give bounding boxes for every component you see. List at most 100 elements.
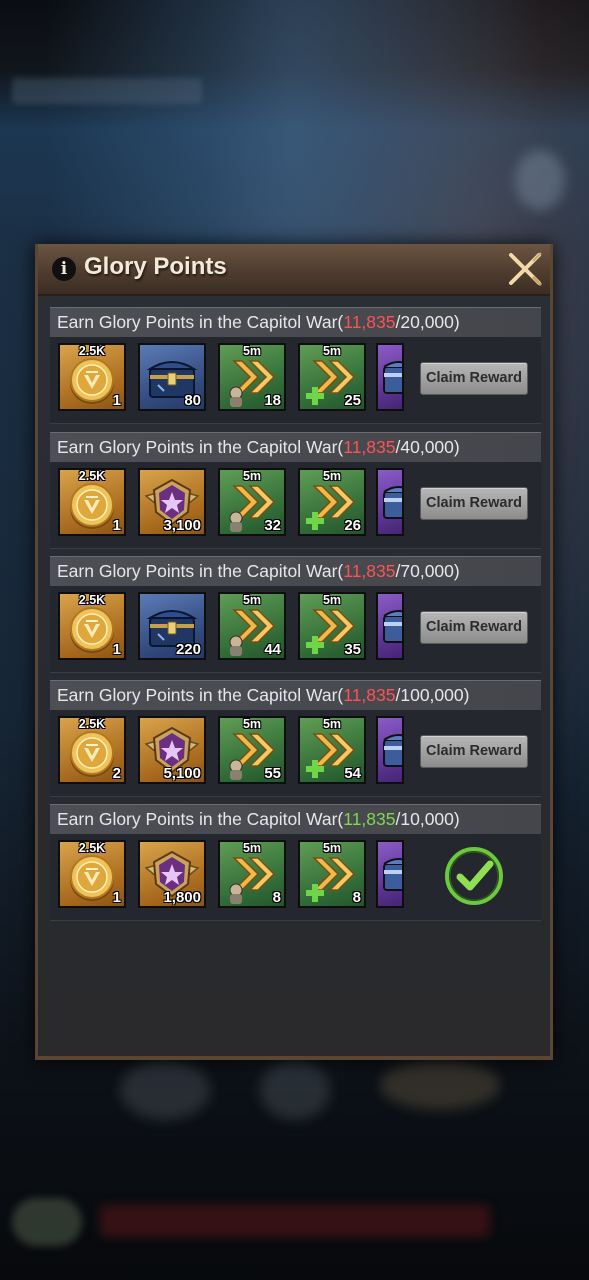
reward-row: Earn Glory Points in the Capitol War(11,… <box>50 680 541 797</box>
reward-item-tag: 5m <box>322 841 342 855</box>
reward-row: Earn Glory Points in the Capitol War(11,… <box>50 556 541 673</box>
reward-item[interactable]: 2.5K 1 <box>58 343 126 411</box>
reward-item-quantity: 5,100 <box>163 765 201 782</box>
reward-item-quantity: 54 <box>344 765 361 782</box>
reward-item[interactable]: 5m 8 <box>218 840 286 908</box>
reward-item[interactable]: 5m 54 <box>298 716 366 784</box>
reward-item-tag: 5m <box>242 841 262 855</box>
reward-item[interactable]: 5m 25 <box>298 343 366 411</box>
reward-item-quantity: 26 <box>344 517 361 534</box>
rewards-strip: 2.5K 1 80 5m 18 5m 25 Claim Reward <box>50 337 541 424</box>
reward-item-quantity: 18 <box>264 392 281 409</box>
reward-item-tag: 5m <box>242 717 262 731</box>
progress-target: /70,000) <box>395 561 460 581</box>
dialog-header: i Glory Points <box>38 244 550 296</box>
reward-item[interactable]: 5m 44 <box>218 592 286 660</box>
goal-label: Earn Glory Points in the Capitol War( <box>57 437 344 457</box>
row-header: Earn Glory Points in the Capitol War(11,… <box>50 307 541 338</box>
background-blob <box>260 1060 330 1120</box>
reward-item-quantity: 8 <box>272 889 281 906</box>
reward-item[interactable]: 5m 26 <box>298 468 366 536</box>
reward-item-tag: 5m <box>242 469 262 483</box>
reward-item[interactable]: 5m 32 <box>218 468 286 536</box>
reward-item[interactable]: 80 <box>138 343 206 411</box>
rewards-strip: 2.5K 1 1,800 5m 8 5m 8 <box>50 834 541 921</box>
progress-current: 11,835 <box>343 809 396 829</box>
reward-item-quantity: 1,800 <box>163 889 201 906</box>
reward-item-quantity: 44 <box>264 641 281 658</box>
reward-item[interactable]: 3,100 <box>138 468 206 536</box>
reward-item-tag: 5m <box>322 717 342 731</box>
reward-item-tag: 2.5K <box>78 469 106 483</box>
reward-item-quantity: 2 <box>112 765 121 782</box>
dialog-title: Glory Points <box>84 253 227 280</box>
reward-item[interactable]: 220 <box>138 592 206 660</box>
reward-item[interactable]: 2.5K 1 <box>58 840 126 908</box>
progress-target: /40,000) <box>395 437 460 457</box>
reward-row: Earn Glory Points in the Capitol War(11,… <box>50 432 541 549</box>
row-header: Earn Glory Points in the Capitol War(11,… <box>50 432 541 463</box>
row-header: Earn Glory Points in the Capitol War(11,… <box>50 680 541 711</box>
reward-item[interactable] <box>376 468 404 536</box>
reward-item[interactable]: 5,100 <box>138 716 206 784</box>
reward-item-quantity: 1 <box>112 641 121 658</box>
goal-label: Earn Glory Points in the Capitol War( <box>57 312 344 332</box>
reward-item[interactable]: 5m 55 <box>218 716 286 784</box>
reward-item[interactable]: 2.5K 1 <box>58 468 126 536</box>
reward-item-quantity: 25 <box>344 392 361 409</box>
reward-item-quantity: 35 <box>344 641 361 658</box>
reward-item[interactable]: 5m 8 <box>298 840 366 908</box>
close-button[interactable] <box>506 250 544 288</box>
progress-target: /20,000) <box>395 312 460 332</box>
claim-reward-button[interactable]: Claim Reward <box>420 611 528 644</box>
rewards-strip: 2.5K 1 220 5m 44 5m 35 Claim Reward <box>50 586 541 673</box>
progress-current: 11,835 <box>343 312 396 332</box>
rewards-strip: 2.5K 1 3,100 5m 32 5m 26 Claim Reward <box>50 462 541 549</box>
row-header: Earn Glory Points in the Capitol War(11,… <box>50 804 541 835</box>
reward-item-quantity: 220 <box>175 641 201 658</box>
reward-item[interactable]: 2.5K 2 <box>58 716 126 784</box>
reward-item-quantity: 32 <box>264 517 281 534</box>
goal-text: Earn Glory Points in the Capitol War(11,… <box>57 809 460 830</box>
reward-item[interactable]: 5m 18 <box>218 343 286 411</box>
reward-item-tag: 5m <box>322 469 342 483</box>
reward-row: Earn Glory Points in the Capitol War(11,… <box>50 804 541 921</box>
reward-item[interactable]: 5m 35 <box>298 592 366 660</box>
claimed-checkmark <box>442 844 506 908</box>
goal-label: Earn Glory Points in the Capitol War( <box>57 685 344 705</box>
reward-item[interactable]: 1,800 <box>138 840 206 908</box>
reward-item-tag: 2.5K <box>78 717 106 731</box>
reward-item[interactable] <box>376 840 404 908</box>
goal-label: Earn Glory Points in the Capitol War( <box>57 809 344 829</box>
goal-text: Earn Glory Points in the Capitol War(11,… <box>57 561 460 582</box>
background-blob <box>515 150 565 210</box>
reward-item-tag: 5m <box>242 344 262 358</box>
goal-label: Earn Glory Points in the Capitol War( <box>57 561 344 581</box>
reward-item-tag: 2.5K <box>78 344 106 358</box>
background-bottom-button <box>12 1198 82 1246</box>
reward-item[interactable] <box>376 343 404 411</box>
goal-text: Earn Glory Points in the Capitol War(11,… <box>57 312 460 333</box>
reward-item-quantity: 55 <box>264 765 281 782</box>
reward-item-quantity: 1 <box>112 392 121 409</box>
reward-item[interactable]: 2.5K 1 <box>58 592 126 660</box>
reward-item[interactable] <box>376 716 404 784</box>
rewards-strip: 2.5K 2 5,100 5m 55 5m 54 Claim Reward <box>50 710 541 797</box>
reward-item-tag: 5m <box>322 344 342 358</box>
reward-item-quantity: 3,100 <box>163 517 201 534</box>
background-blob <box>120 1060 210 1120</box>
reward-item[interactable] <box>376 592 404 660</box>
claim-reward-button[interactable]: Claim Reward <box>420 487 528 520</box>
progress-current: 11,835 <box>343 437 396 457</box>
claim-reward-button[interactable]: Claim Reward <box>420 362 528 395</box>
reward-item-tag: 2.5K <box>78 593 106 607</box>
reward-item-quantity: 8 <box>352 889 361 906</box>
checkmark-icon <box>445 847 503 905</box>
glory-points-dialog: i Glory Points Earn Glory Points in the … <box>35 244 553 1060</box>
goal-text: Earn Glory Points in the Capitol War(11,… <box>57 437 460 458</box>
info-icon[interactable]: i <box>52 257 76 281</box>
claim-reward-button[interactable]: Claim Reward <box>420 735 528 768</box>
background-title-blur <box>12 78 202 104</box>
reward-row: Earn Glory Points in the Capitol War(11,… <box>50 307 541 424</box>
reward-item-tag: 2.5K <box>78 841 106 855</box>
